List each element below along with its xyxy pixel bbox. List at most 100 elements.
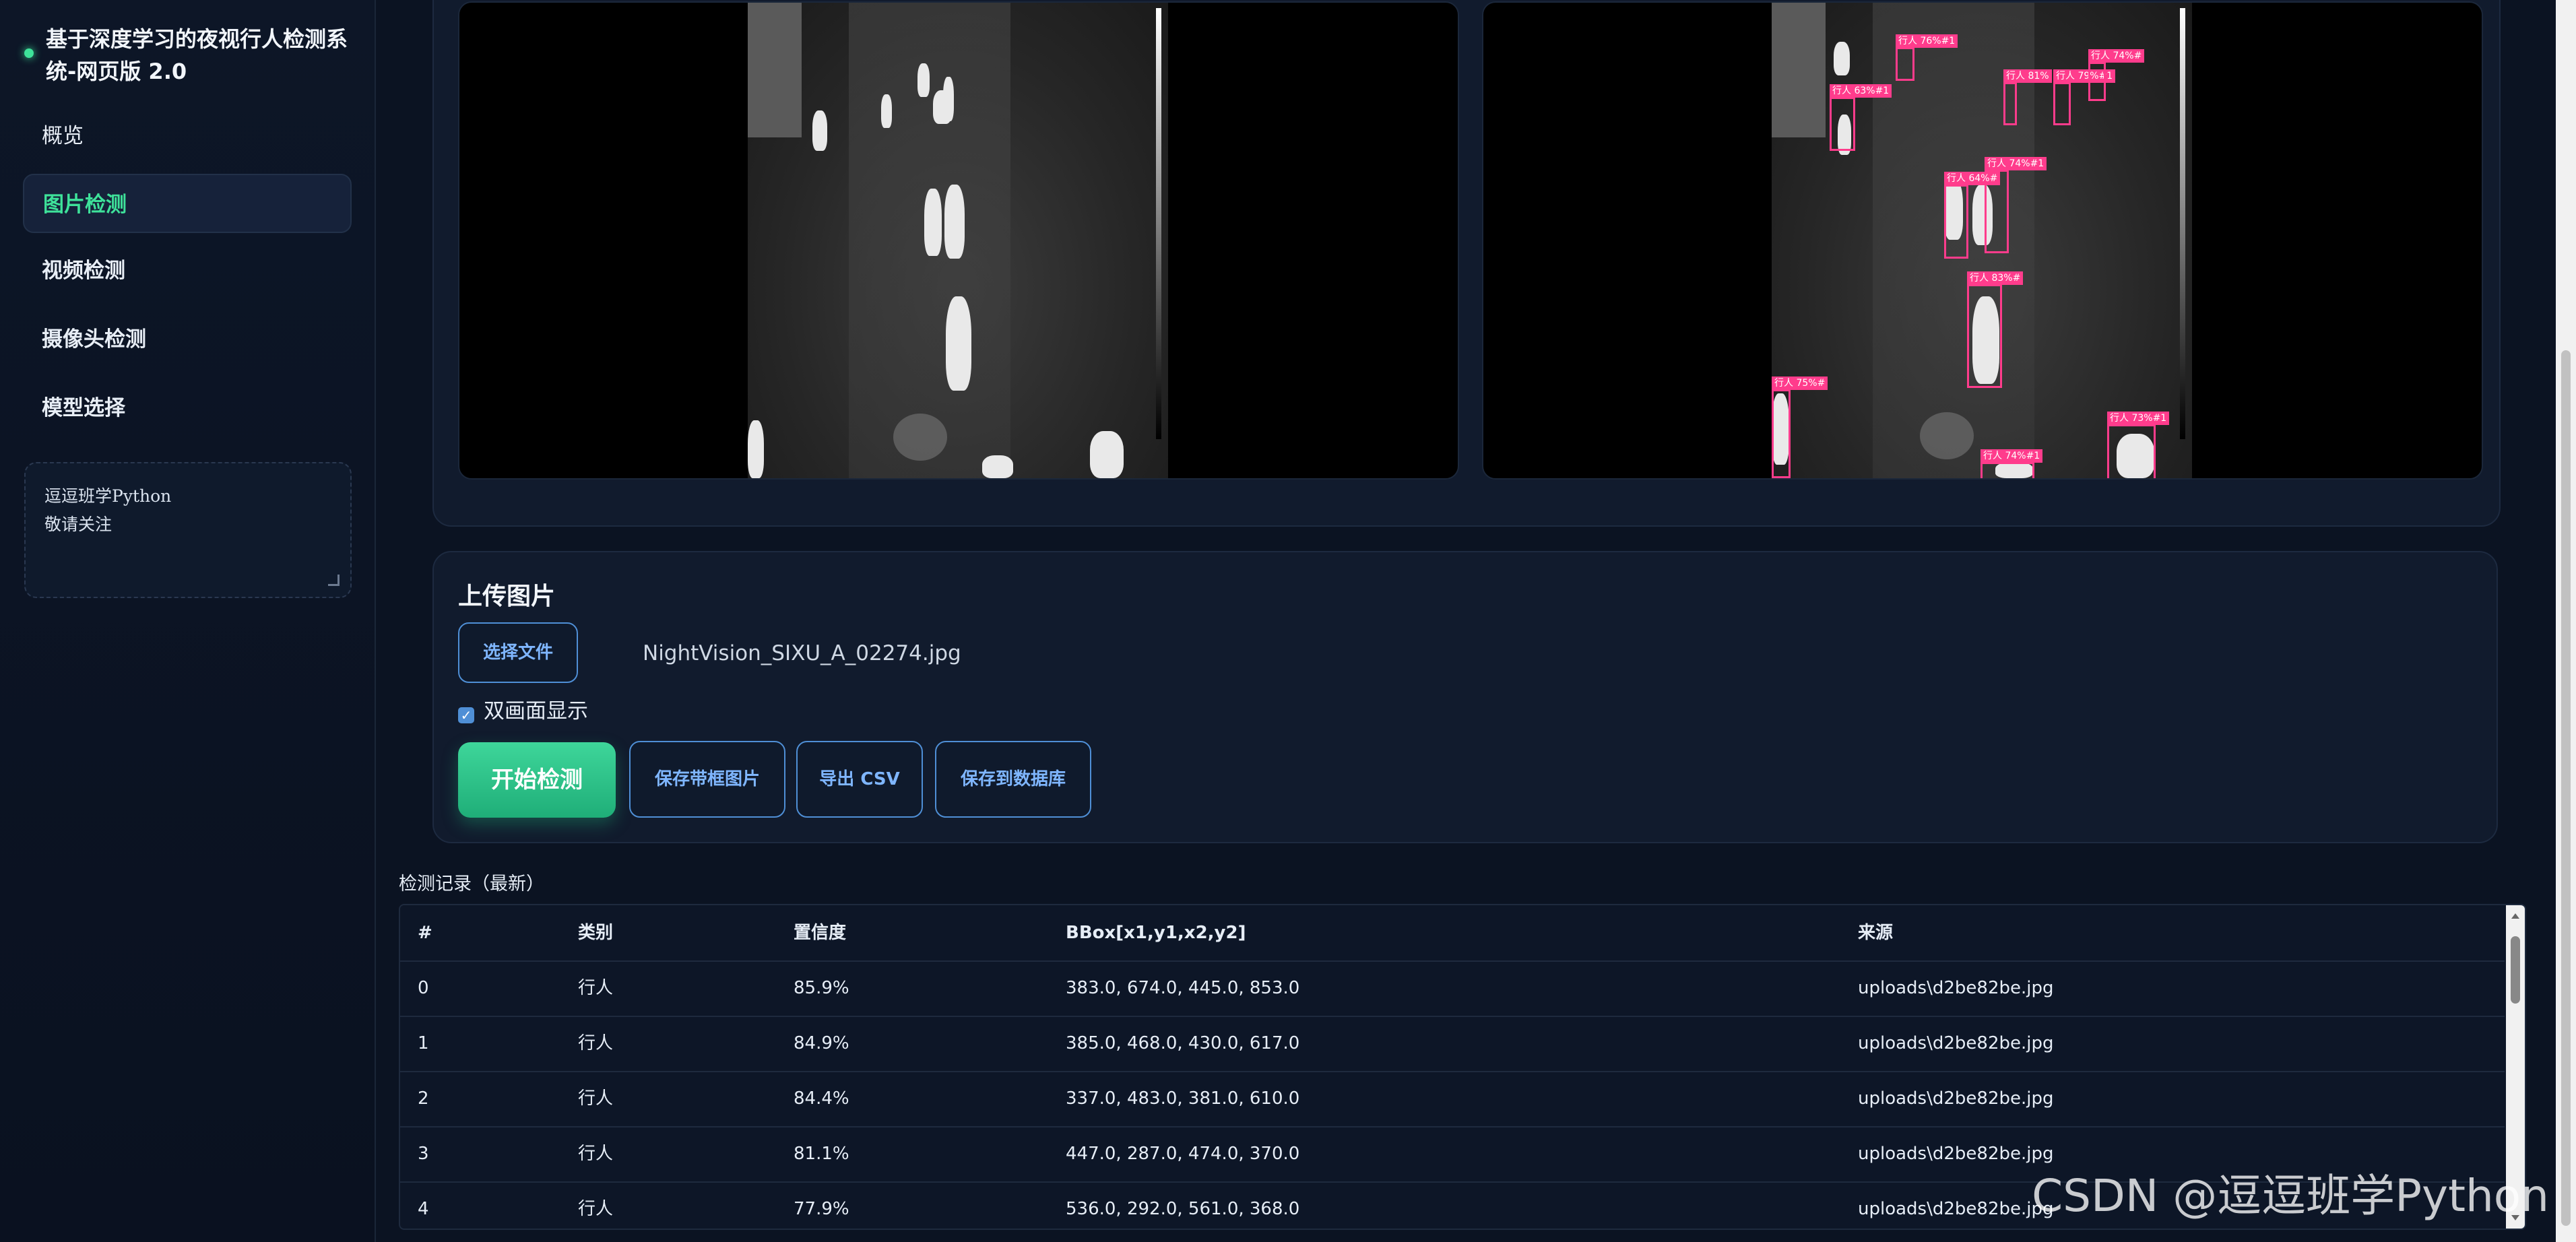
detection-label: 行人 76%#1: [1896, 34, 1958, 48]
cell-confidence: 81.1%: [794, 1144, 849, 1164]
building-shape: [1772, 3, 1826, 137]
table-row[interactable]: 1 行人 84.9% 385.0, 468.0, 430.0, 617.0 up…: [400, 1016, 2505, 1072]
detection-box: 行人 73%#1: [2107, 412, 2170, 478]
dual-view-checkbox[interactable]: ✓ 双画面显示: [458, 698, 588, 725]
cell-class: 行人: [578, 1144, 614, 1164]
detection-label: 行人 74%#: [2088, 49, 2145, 63]
thermal-blob: [893, 414, 947, 461]
detection-box: 行人 75%#: [1772, 377, 1828, 478]
cell-confidence: 77.9%: [794, 1199, 849, 1219]
sidebar-item-overview[interactable]: 概览: [23, 106, 352, 166]
cell-confidence: 84.4%: [794, 1088, 849, 1109]
save-to-database-button[interactable]: 保存到数据库: [935, 741, 1091, 818]
original-image-pane: [458, 1, 1459, 480]
detection-box: 行人 76%#1: [1896, 34, 1958, 81]
column-header: 置信度: [794, 923, 847, 943]
cell-bbox: 447.0, 287.0, 474.0, 370.0: [1066, 1144, 1300, 1164]
pedestrian-figure: [1834, 42, 1850, 75]
detection-label: 行人 83%#: [1967, 271, 2024, 285]
building-shape: [748, 3, 802, 137]
page-scrollbar-thumb[interactable]: [2561, 350, 2571, 1226]
app-title: 基于深度学习的夜视行人检测系统-网页版 2.0: [46, 26, 348, 84]
sidebar-item-video-detection[interactable]: 视频检测: [23, 241, 352, 300]
cell-index: 3: [418, 1144, 429, 1164]
cell-class: 行人: [578, 1088, 614, 1109]
sidebar-item-camera-detection[interactable]: 摄像头检测: [23, 310, 352, 369]
table-header-row: # 类别 置信度 BBox[x1,y1,x2,y2] 来源: [400, 905, 2505, 962]
cell-source: uploads\d2be82be.jpg: [1858, 978, 2054, 998]
cell-index: 4: [418, 1199, 429, 1219]
notes-line-1: 逗逗班学Python: [44, 486, 172, 506]
detection-label: 行人 74%#1: [1985, 157, 2047, 170]
detection-box: 行人 83%#: [1967, 271, 2024, 388]
detection-box: 行人 63%#1: [1830, 84, 1892, 151]
temperature-scale-bar: [1156, 8, 1161, 439]
pedestrian-figure: [881, 94, 892, 128]
resize-handle-icon[interactable]: [328, 575, 340, 586]
checkbox-checked-icon[interactable]: ✓: [458, 707, 474, 723]
detected-image-pane: 行人 76%#1 行人 81% 行人 79%#1 行人 74%# 行人 63%#…: [1482, 1, 2483, 480]
column-header: 类别: [578, 923, 614, 943]
export-csv-button[interactable]: 导出 CSV: [796, 741, 923, 818]
thermal-detected-image: 行人 76%#1 行人 81% 行人 79%#1 行人 74%# 行人 63%#…: [1772, 3, 2192, 478]
detection-label: 行人 81%: [2003, 69, 2052, 83]
detection-label: 行人 63%#1: [1830, 84, 1892, 98]
pedestrian-figure: [944, 185, 965, 259]
table-scrollbar-thumb[interactable]: [2511, 936, 2520, 1004]
pedestrian-figure: [917, 63, 930, 97]
cell-index: 2: [418, 1088, 429, 1109]
watermark: CSDN @逗逗班学Python: [2032, 1170, 2549, 1222]
detection-label: 行人 64%#: [1944, 172, 2001, 185]
pedestrian-figure: [924, 189, 942, 256]
temperature-scale-bar: [2180, 8, 2185, 439]
detection-box: 行人 64%#: [1944, 172, 2001, 259]
notes-line-2: 敬请关注: [44, 515, 112, 534]
page-scrollbar[interactable]: [2556, 0, 2576, 1242]
upload-title: 上传图片: [458, 583, 556, 610]
cell-index: 0: [418, 978, 429, 998]
pedestrian-figure: [1090, 431, 1124, 478]
detection-box: 行人 74%#: [2088, 49, 2145, 101]
detection-box: 行人 81%: [2003, 69, 2052, 125]
sidebar-item-image-detection[interactable]: 图片检测: [23, 174, 352, 233]
upload-card: 上传图片 选择文件 NightVision_SIXU_A_02274.jpg ✓…: [432, 551, 2498, 843]
detection-label: 行人 74%#1: [1981, 449, 2043, 463]
cell-confidence: 85.9%: [794, 978, 849, 998]
cell-class: 行人: [578, 978, 614, 998]
cell-bbox: 536.0, 292.0, 561.0, 368.0: [1066, 1199, 1300, 1219]
cell-source: uploads\d2be82be.jpg: [1858, 1033, 2054, 1053]
sidebar-item-model-selection[interactable]: 模型选择: [23, 379, 352, 438]
sidebar: 基于深度学习的夜视行人检测系统-网页版 2.0 概览 图片检测 视频检测 摄像头…: [0, 0, 376, 1242]
pedestrian-figure: [943, 77, 954, 121]
save-annotated-image-button[interactable]: 保存带框图片: [629, 741, 785, 818]
cell-class: 行人: [578, 1199, 614, 1219]
table-row[interactable]: 0 行人 85.9% 383.0, 674.0, 445.0, 853.0 up…: [400, 960, 2505, 1017]
pedestrian-figure: [946, 296, 971, 391]
detection-label: 行人 79%#1: [2053, 69, 2116, 83]
cell-class: 行人: [578, 1033, 614, 1053]
pedestrian-figure: [812, 110, 827, 151]
cell-bbox: 385.0, 468.0, 430.0, 617.0: [1066, 1033, 1300, 1053]
cell-bbox: 337.0, 483.0, 381.0, 610.0: [1066, 1088, 1300, 1109]
notes-textarea[interactable]: 逗逗班学Python 敬请关注: [24, 462, 352, 598]
thermal-original-image: [748, 3, 1168, 478]
choose-file-button[interactable]: 选择文件: [458, 622, 578, 683]
start-detection-button[interactable]: 开始检测: [458, 742, 616, 818]
pedestrian-figure: [748, 420, 764, 478]
table-row[interactable]: 2 行人 84.4% 337.0, 483.0, 381.0, 610.0 up…: [400, 1071, 2505, 1127]
cell-source: uploads\d2be82be.jpg: [1858, 1144, 2054, 1164]
cell-source: uploads\d2be82be.jpg: [1858, 1088, 2054, 1109]
cell-source: uploads\d2be82be.jpg: [1858, 1199, 2054, 1219]
dual-view-card: 行人 76%#1 行人 81% 行人 79%#1 行人 74%# 行人 63%#…: [432, 0, 2501, 527]
scroll-up-arrow-icon[interactable]: [2511, 913, 2519, 919]
main-content: 行人 76%#1 行人 81% 行人 79%#1 行人 74%# 行人 63%#…: [377, 0, 2576, 1242]
thermal-blob: [1920, 412, 1974, 459]
detection-box: 行人 74%#1: [1981, 449, 2043, 478]
pedestrian-figure: [982, 455, 1013, 478]
selected-file-name: NightVision_SIXU_A_02274.jpg: [643, 641, 961, 665]
cell-bbox: 383.0, 674.0, 445.0, 853.0: [1066, 978, 1300, 998]
status-dot-icon: [24, 48, 34, 58]
dual-view-label: 双画面显示: [484, 699, 588, 723]
cell-confidence: 84.9%: [794, 1033, 849, 1053]
detection-box: 行人 79%#1: [2053, 69, 2116, 125]
